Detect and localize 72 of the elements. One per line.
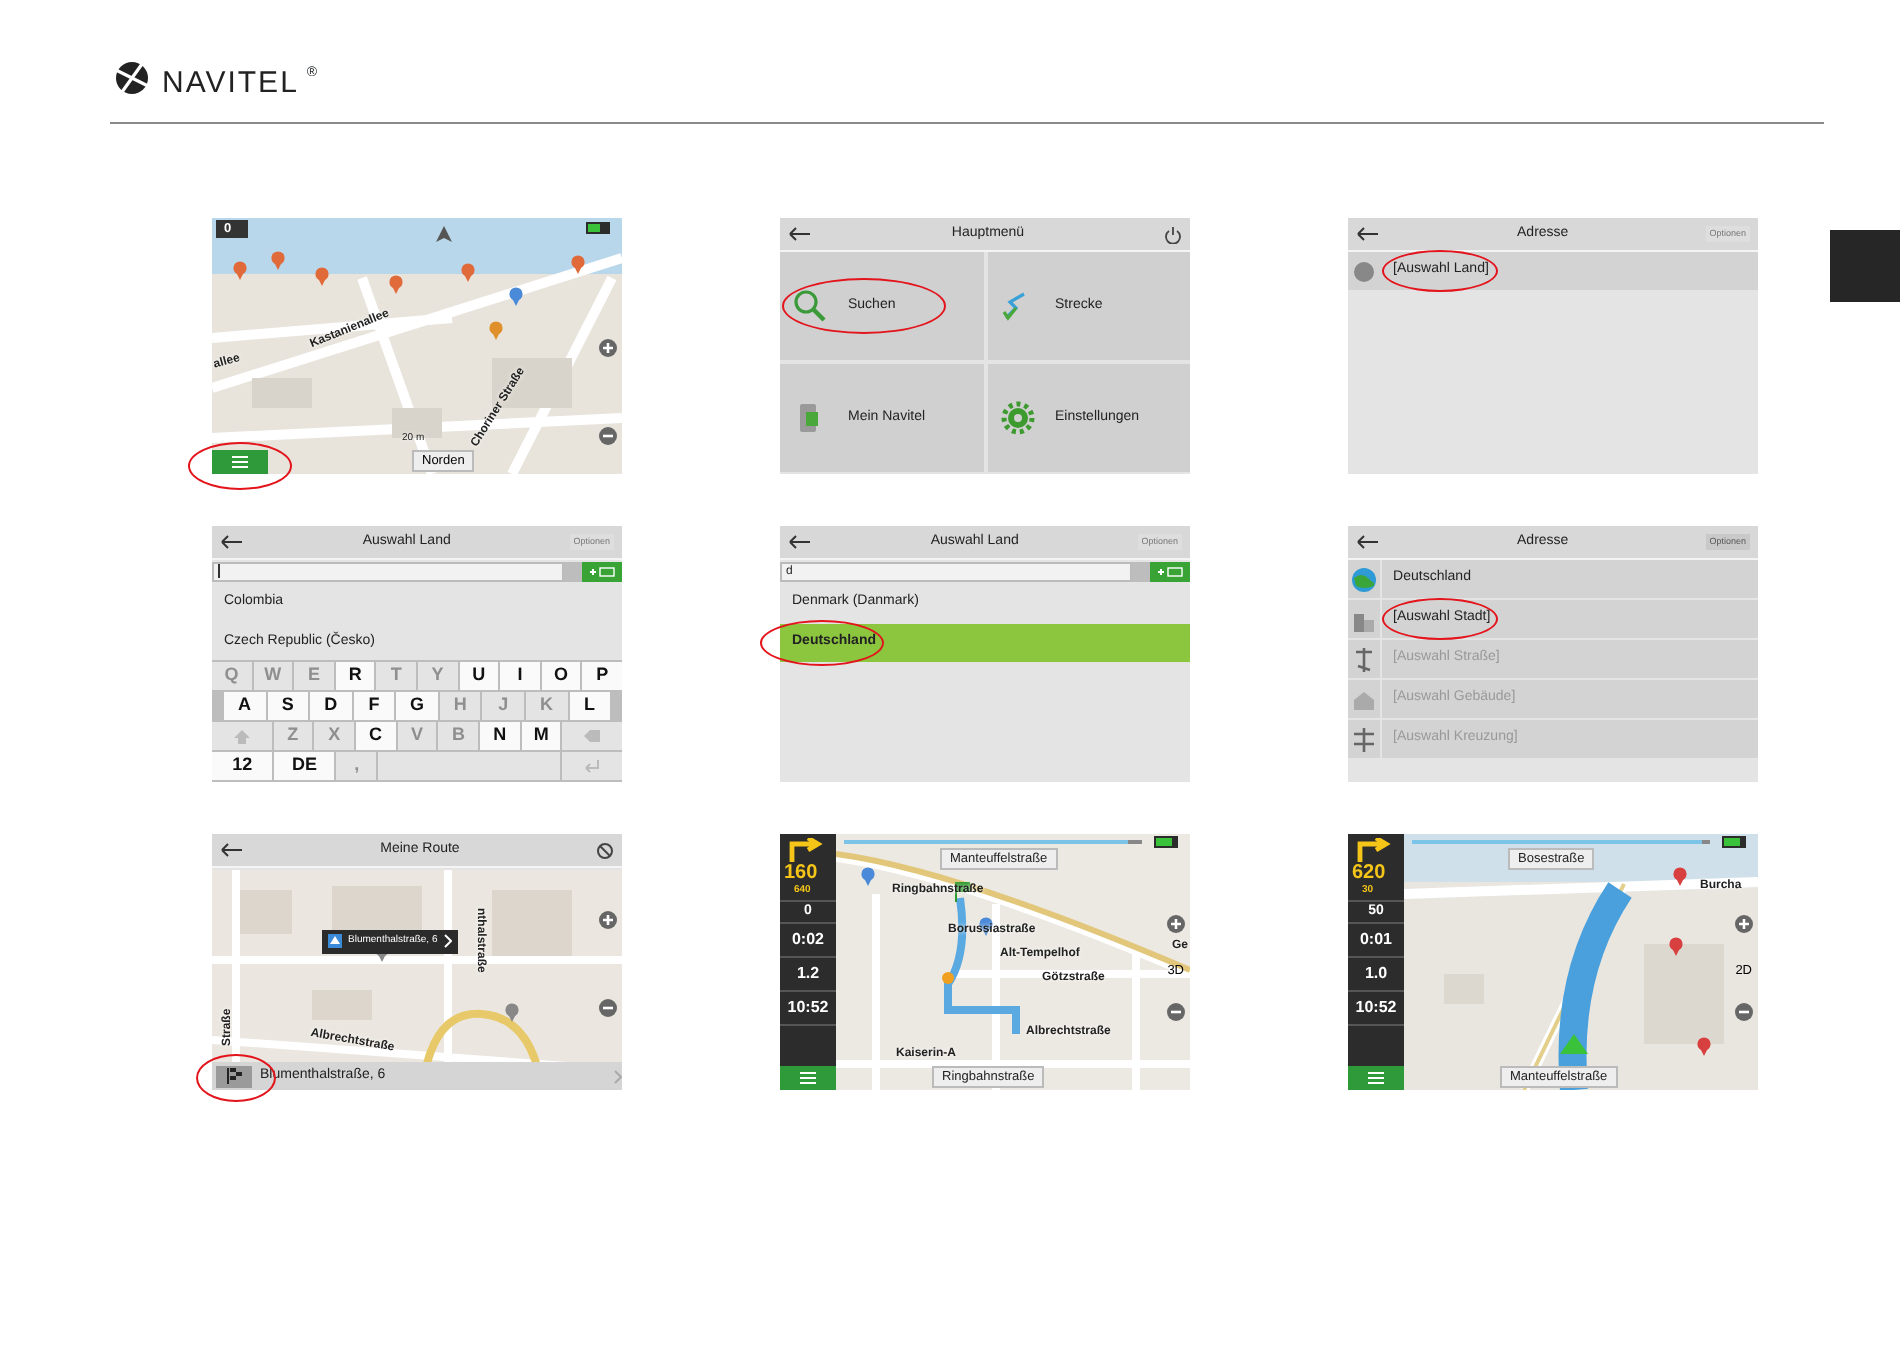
keyboard-key[interactable]: L <box>569 692 611 720</box>
battery-icon <box>586 222 614 234</box>
zoom-in-icon[interactable] <box>1166 914 1186 934</box>
keyboard-icon <box>1156 566 1184 578</box>
keyboard-key[interactable]: S <box>267 692 309 720</box>
chevron-right-icon <box>443 934 452 949</box>
menu-button[interactable] <box>780 1066 836 1090</box>
start-button[interactable] <box>216 1065 252 1087</box>
back-arrow-icon[interactable] <box>788 226 812 242</box>
keyboard-icon <box>588 566 616 578</box>
keyboard-key[interactable]: 12 <box>212 752 273 780</box>
power-icon[interactable] <box>1164 225 1182 243</box>
crossroads-icon <box>1349 725 1378 753</box>
back-arrow-icon[interactable] <box>220 842 244 858</box>
checkered-flag-icon <box>225 1068 243 1084</box>
distance-left: 1.2 <box>796 962 820 986</box>
arrival-time: 10:52 <box>1355 996 1397 1020</box>
zoom-out-icon[interactable] <box>1734 1002 1754 1022</box>
globe-icon <box>1349 257 1378 285</box>
keyboard-key[interactable]: C <box>355 722 396 750</box>
keyboard-key[interactable]: R <box>335 662 375 690</box>
brand-name: NAVITEL <box>162 68 299 98</box>
turn-distance: 620 <box>1352 862 1386 884</box>
time-left: 0:01 <box>1359 928 1392 952</box>
logo-icon <box>110 58 154 98</box>
zoom-out-icon[interactable] <box>1166 1002 1186 1022</box>
keyboard-key[interactable]: I <box>500 662 540 690</box>
keyboard-toggle-button[interactable] <box>1150 562 1190 582</box>
turn-distance: 160 <box>784 862 818 884</box>
menu-button[interactable] <box>212 450 268 474</box>
keyboard-key[interactable]: DE <box>274 752 335 780</box>
back-arrow-icon[interactable] <box>1356 534 1380 550</box>
search-field[interactable] <box>212 562 564 582</box>
turn-arrow-icon <box>784 838 824 862</box>
back-arrow-icon[interactable] <box>220 534 244 550</box>
zoom-in-icon[interactable] <box>1734 914 1754 934</box>
menu-icon <box>232 456 248 468</box>
no-entry-icon[interactable] <box>596 841 614 859</box>
enter-icon <box>581 758 602 774</box>
time-left: 0:02 <box>791 928 824 952</box>
keyboard-key[interactable]: G <box>396 692 438 720</box>
keyboard-key[interactable]: N <box>480 722 520 750</box>
zoom-in-icon[interactable] <box>598 338 618 358</box>
compass-arrow-icon[interactable] <box>434 224 454 244</box>
keyboard-key[interactable]: U <box>459 662 499 690</box>
turn-arrow-icon <box>1352 838 1392 862</box>
zoom-out-icon[interactable] <box>598 998 618 1018</box>
arrival-time: 10:52 <box>787 996 829 1020</box>
keyboard-toggle-button[interactable] <box>582 562 622 582</box>
keyboard-key[interactable]: A <box>224 692 266 720</box>
back-arrow-icon[interactable] <box>1356 226 1380 242</box>
menu-icon <box>1368 1072 1384 1084</box>
back-arrow-icon[interactable] <box>788 534 812 550</box>
menu-button[interactable] <box>1348 1066 1404 1090</box>
keyboard-key[interactable]: D <box>310 692 352 720</box>
keyboard-key[interactable]: F <box>353 692 395 720</box>
keyboard-key[interactable]: M <box>521 722 561 750</box>
shift-icon <box>231 728 252 744</box>
globe-icon <box>1349 565 1378 593</box>
distance-left: 1.0 <box>1364 962 1388 986</box>
text-cursor-icon <box>218 564 222 578</box>
keyboard-key[interactable]: P <box>582 662 622 690</box>
magnifier-icon <box>792 288 828 324</box>
battery-icon <box>1154 836 1182 848</box>
menu-icon <box>800 1072 816 1084</box>
keyboard-key[interactable]: O <box>541 662 581 690</box>
battery-icon <box>1722 836 1750 848</box>
zoom-out-icon[interactable] <box>598 426 618 446</box>
house-icon <box>328 934 342 949</box>
backspace-icon <box>582 728 603 744</box>
zoom-in-icon[interactable] <box>598 910 618 930</box>
gear-icon <box>999 400 1035 436</box>
